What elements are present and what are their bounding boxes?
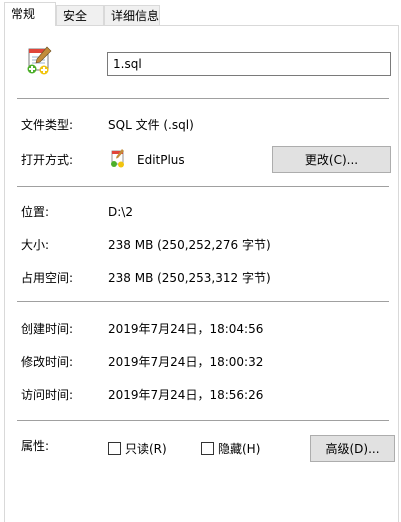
created-label: 创建时间: bbox=[21, 322, 74, 336]
notepad-plus-icon bbox=[23, 45, 55, 77]
file-type-value: SQL 文件 (.sql) bbox=[108, 118, 194, 132]
tab-strip: 常规 安全 详细信息 bbox=[0, 0, 401, 26]
size-value: 238 MB (250,252,276 字节) bbox=[108, 238, 271, 252]
tab-general[interactable]: 常规 bbox=[4, 2, 56, 26]
readonly-checkbox-box[interactable] bbox=[108, 441, 121, 455]
tab-details[interactable]: 详细信息 bbox=[104, 5, 160, 25]
general-panel: 文件类型: SQL 文件 (.sql) 打开方式: EditPlus 更改(C)… bbox=[4, 25, 399, 522]
size-on-disk-value: 238 MB (250,253,312 字节) bbox=[108, 271, 271, 285]
tab-details-label: 详细信息 bbox=[111, 9, 160, 23]
change-button[interactable]: 更改(C)... bbox=[272, 146, 391, 173]
tab-security-label: 安全 bbox=[63, 9, 88, 23]
accessed-label: 访问时间: bbox=[21, 388, 74, 402]
hidden-checkbox-box[interactable] bbox=[201, 441, 214, 455]
accessed-value: 2019年7月24日，18:56:26 bbox=[108, 388, 264, 402]
tab-security[interactable]: 安全 bbox=[56, 5, 104, 25]
modified-value: 2019年7月24日，18:00:32 bbox=[108, 355, 264, 369]
separator bbox=[17, 186, 389, 187]
tab-general-label: 常规 bbox=[11, 7, 36, 21]
hidden-checkbox-label: 隐藏(H) bbox=[218, 441, 261, 456]
separator bbox=[17, 301, 389, 302]
created-value: 2019年7月24日，18:04:56 bbox=[108, 322, 264, 336]
file-name-input[interactable] bbox=[107, 52, 391, 76]
size-label: 大小: bbox=[21, 238, 50, 252]
location-value: D:\2 bbox=[108, 205, 133, 219]
opens-with-label: 打开方式: bbox=[21, 153, 74, 167]
location-label: 位置: bbox=[21, 205, 50, 219]
readonly-checkbox-label: 只读(R) bbox=[125, 441, 167, 456]
file-type-label: 文件类型: bbox=[21, 118, 74, 132]
separator bbox=[17, 98, 389, 99]
attributes-label: 属性: bbox=[21, 439, 50, 453]
modified-label: 修改时间: bbox=[21, 355, 74, 369]
advanced-button[interactable]: 高级(D)... bbox=[310, 435, 395, 462]
editplus-icon bbox=[108, 148, 126, 168]
hidden-checkbox[interactable]: 隐藏(H) bbox=[201, 440, 260, 456]
size-on-disk-label: 占用空间: bbox=[21, 271, 74, 285]
readonly-checkbox[interactable]: 只读(R) bbox=[108, 440, 167, 456]
separator bbox=[17, 420, 389, 421]
opens-with-app-name: EditPlus bbox=[137, 153, 185, 167]
